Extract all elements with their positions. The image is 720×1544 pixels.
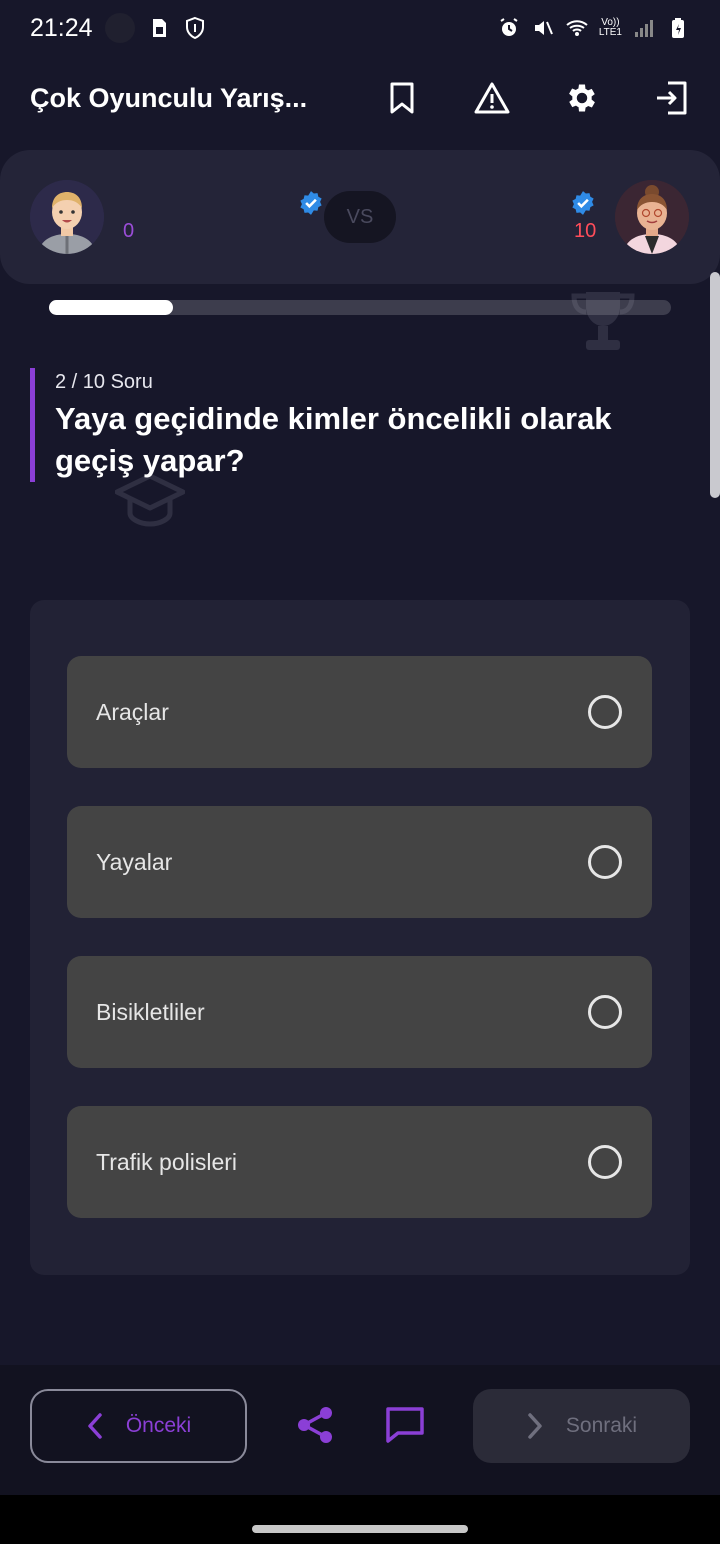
settings-icon	[569, 84, 595, 112]
bottom-bar: Önceki Sonraki	[0, 1365, 720, 1495]
answer-label: Bisikletliler	[96, 998, 205, 1025]
status-bar: 21:24 Vo)) LTE1	[0, 0, 720, 56]
player-left-avatar	[30, 180, 104, 254]
exit-icon	[657, 81, 687, 115]
answer-label: Trafik polisleri	[96, 1148, 238, 1175]
verified-badge-icon	[300, 191, 322, 215]
exit-button[interactable]	[654, 80, 690, 116]
next-label: Sonraki	[565, 1414, 638, 1437]
vs-badge: VS	[324, 191, 396, 243]
share-icon	[298, 1407, 332, 1443]
alarm-icon	[497, 16, 521, 40]
bookmark-button[interactable]	[384, 80, 420, 116]
next-button[interactable]: Sonraki	[473, 1389, 690, 1463]
comment-button[interactable]	[383, 1403, 427, 1447]
warning-icon	[474, 82, 510, 114]
answer-label: Araçlar	[96, 698, 169, 725]
previous-button[interactable]: Önceki	[30, 1389, 247, 1463]
radio-button[interactable]	[588, 695, 622, 729]
answer-option[interactable]: Trafik polisleri	[67, 1106, 652, 1218]
mute-icon	[531, 16, 555, 40]
wifi-icon	[565, 16, 589, 40]
answer-option[interactable]: Yayalar	[67, 806, 652, 918]
answer-option[interactable]: Araçlar	[67, 656, 652, 768]
answer-option[interactable]: Bisikletliler	[67, 956, 652, 1068]
sim-card-icon	[147, 16, 171, 40]
radio-button[interactable]	[588, 995, 622, 1029]
question-text: Yaya geçidinde kimler öncelikli olarak g…	[55, 401, 612, 478]
radio-button[interactable]	[588, 1145, 622, 1179]
player-right-score: 10	[574, 220, 597, 242]
scrollbar[interactable]	[710, 272, 720, 498]
signal-icon	[632, 16, 656, 40]
radio-button[interactable]	[588, 845, 622, 879]
chevron-right-icon	[528, 1413, 542, 1439]
settings-button[interactable]	[564, 80, 600, 116]
answers-card: Araçlar Yayalar Bisikletliler Trafik pol…	[30, 600, 690, 1275]
home-indicator[interactable]	[252, 1525, 468, 1533]
shield-icon	[183, 16, 207, 40]
trophy-icon	[571, 292, 635, 350]
app-bar: Çok Oyunculu Yarış...	[0, 62, 720, 134]
question-counter: 2 / 10 Soru	[55, 371, 153, 393]
progress-fill	[49, 300, 174, 315]
answer-label: Yayalar	[96, 848, 173, 875]
bookmark-icon	[390, 82, 414, 114]
clock: 21:24	[30, 13, 93, 42]
notification-dot	[104, 13, 135, 43]
page-title: Çok Oyunculu Yarış...	[30, 82, 308, 113]
verified-badge-icon	[572, 191, 594, 215]
player-left-score: 0	[123, 220, 135, 242]
chevron-left-icon	[88, 1413, 102, 1439]
previous-label: Önceki	[125, 1414, 192, 1437]
network-type: Vo)) LTE1	[598, 17, 622, 38]
system-nav-bar	[0, 1495, 720, 1544]
comment-icon	[386, 1407, 424, 1443]
player-right-avatar	[615, 180, 689, 254]
report-button[interactable]	[474, 80, 510, 116]
share-button[interactable]	[293, 1403, 337, 1447]
players-card: 0 VS 10	[0, 150, 720, 284]
question-block: 2 / 10 Soru Yaya geçidinde kimler önceli…	[30, 368, 650, 482]
battery-icon	[666, 16, 690, 40]
